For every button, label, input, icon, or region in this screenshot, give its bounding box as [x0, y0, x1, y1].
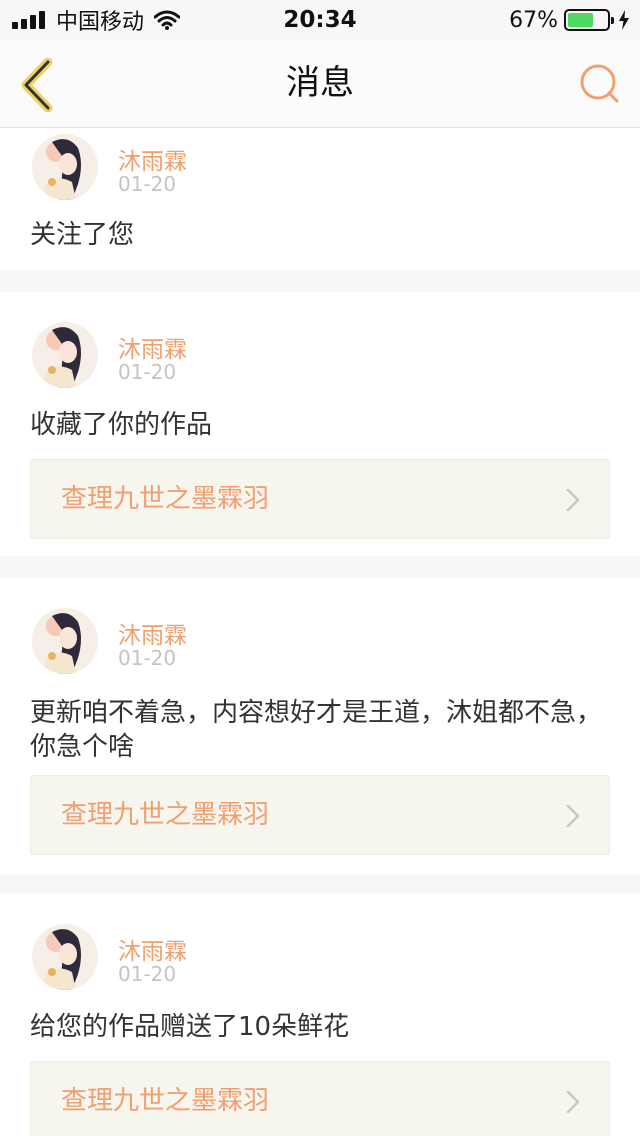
search-icon: [580, 64, 619, 103]
search-button[interactable]: [578, 62, 622, 106]
charging-bolt-icon: [619, 10, 629, 30]
message-date: 01-20: [118, 962, 177, 986]
username[interactable]: 沐雨霖: [118, 932, 187, 966]
message-card: 沐雨霖 01-20 关注了您: [0, 128, 640, 270]
avatar[interactable]: [32, 322, 98, 388]
message-date: 01-20: [118, 360, 177, 384]
battery-fill: [568, 13, 594, 27]
username[interactable]: 沐雨霖: [118, 330, 187, 364]
message-card: 沐雨霖 01-20 给您的作品赠送了10朵鲜花 查理九世之墨霖羽: [0, 894, 640, 1136]
message-text: 给您的作品赠送了10朵鲜花: [30, 1012, 350, 1042]
work-link[interactable]: 查理九世之墨霖羽: [30, 1061, 610, 1136]
work-title: 查理九世之墨霖羽: [61, 800, 270, 830]
username[interactable]: 沐雨霖: [118, 616, 187, 650]
avatar[interactable]: [32, 134, 98, 200]
message-card: 沐雨霖 01-20 收藏了你的作品 查理九世之墨霖羽: [0, 292, 640, 556]
chevron-right-icon: [566, 804, 580, 828]
message-text: 更新咱不着急，内容想好才是王道，沐姐都不急，你急个啥: [30, 698, 603, 762]
chevron-right-icon: [566, 1090, 580, 1114]
page-title: 消息: [286, 63, 354, 103]
navigation-bar: 消息: [0, 40, 640, 128]
message-date: 01-20: [118, 172, 177, 196]
avatar[interactable]: [32, 924, 98, 990]
message-text: 关注了您: [30, 220, 135, 250]
avatar[interactable]: [32, 608, 98, 674]
work-title: 查理九世之墨霖羽: [61, 484, 270, 514]
message-list[interactable]: 沐雨霖 01-20 关注了您 沐雨霖 01-20 收藏了你的作品 查理九世之墨霖…: [0, 128, 640, 1136]
username[interactable]: 沐雨霖: [118, 142, 187, 176]
work-link[interactable]: 查理九世之墨霖羽: [30, 775, 610, 855]
work-title: 查理九世之墨霖羽: [61, 1086, 270, 1116]
status-right: 67%: [509, 0, 630, 40]
message-card: 沐雨霖 01-20 更新咱不着急，内容想好才是王道，沐姐都不急，你急个啥 查理九…: [0, 578, 640, 874]
message-text: 收藏了你的作品: [30, 410, 213, 440]
battery-icon: [564, 9, 614, 31]
message-date: 01-20: [118, 646, 177, 670]
work-link[interactable]: 查理九世之墨霖羽: [30, 459, 610, 539]
battery-percent: 67%: [509, 7, 558, 33]
chevron-right-icon: [566, 488, 580, 512]
status-bar: 中国移动 20:34 67%: [0, 0, 640, 40]
